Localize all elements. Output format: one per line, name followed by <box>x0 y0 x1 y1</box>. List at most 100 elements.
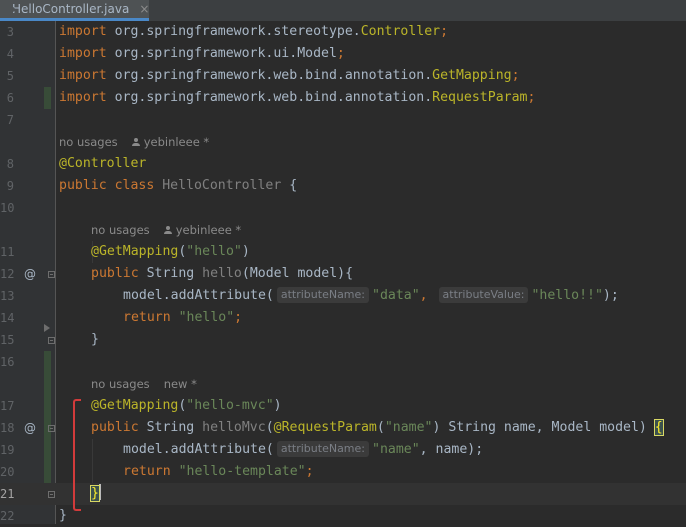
author-hint[interactable]: yebinleee * <box>144 135 210 149</box>
code-vision-hint[interactable]: no usages yebinleee * <box>0 219 686 241</box>
code-line-17: 17 @GetMapping("hello-mvc") <box>0 395 686 417</box>
semicolon: ; <box>527 90 536 105</box>
code-line-8: 8 @Controller <box>0 153 686 175</box>
code-editor[interactable]: 3 import org.springframework.stereotype.… <box>0 21 686 524</box>
code-line-12: 12 @ public String hello(Model model){ <box>0 263 686 285</box>
class-name: GetMapping <box>432 68 512 83</box>
semicolon: ; <box>305 464 314 479</box>
string-literal: "hello" <box>186 244 242 259</box>
keyword: return <box>123 464 171 479</box>
semicolon: ; <box>440 24 449 39</box>
fold-toggle-icon[interactable] <box>48 491 55 498</box>
code-line-18: 18 @ public String helloMvc(@RequestPara… <box>0 417 686 439</box>
paren: ( <box>376 420 385 435</box>
code-line-11: 11 @GetMapping("hello") <box>0 241 686 263</box>
code-line-4: 4 import org.springframework.ui.Model; <box>0 43 686 65</box>
line-number: 16 <box>0 355 15 369</box>
paren: ) <box>273 398 282 413</box>
code-line-13: 13 model.addAttribute(attributeName: "dat… <box>0 285 686 307</box>
line-number: 4 <box>6 47 14 61</box>
request-mapping-gutter-icon[interactable]: @ <box>24 263 36 285</box>
user-icon <box>163 226 172 234</box>
code-line-16: 16 <box>0 351 686 373</box>
fold-toggle-icon[interactable] <box>48 337 55 344</box>
code-line-6: 6 import org.springframework.web.bind.an… <box>0 87 686 109</box>
code-vision-hint[interactable]: no usages yebinleee * <box>0 131 686 153</box>
keyword: import <box>59 68 107 83</box>
string-literal: "name" <box>384 420 433 435</box>
method-call: model.addAttribute( <box>123 442 274 457</box>
code-line-3: 3 import org.springframework.stereotype.… <box>0 21 686 43</box>
method-call: model.addAttribute( <box>123 288 274 303</box>
string-literal: "data" <box>372 288 420 303</box>
line-number: 7 <box>6 113 14 127</box>
keyword: import <box>59 90 107 105</box>
usages-hint[interactable]: no usages <box>91 223 150 237</box>
tab-hellocontroller[interactable]: HelloController.java × <box>0 0 149 21</box>
method-name: helloMvc <box>202 420 266 435</box>
parameters: ) String name, Model model) <box>432 420 655 435</box>
highlight-bracket-annotation <box>73 399 81 511</box>
code-line-19: 19 model.addAttribute(attributeName: "nam… <box>0 439 686 461</box>
keyword: import <box>59 46 107 61</box>
line-number: 20 <box>0 465 15 479</box>
editor-tab-bar: HelloController.java × <box>0 0 686 22</box>
user-icon <box>131 138 140 146</box>
string-literal: "hello-template" <box>170 464 306 479</box>
line-number: 10 <box>0 201 15 215</box>
string-literal: "hello-mvc" <box>186 398 274 413</box>
brace: { <box>289 178 298 193</box>
line-number: 21 <box>0 487 15 501</box>
semicolon: ; <box>336 46 345 61</box>
line-number: 18 <box>0 421 15 435</box>
comma: , <box>419 288 436 303</box>
parameter-hint: attributeValue: <box>438 287 529 303</box>
line-number: 3 <box>6 25 14 39</box>
author-hint[interactable]: yebinleee * <box>176 223 242 237</box>
string-literal: "name" <box>372 442 420 457</box>
keyword: public class <box>59 178 155 193</box>
annotation: @Controller <box>59 156 147 171</box>
code-line-14: 14 return "hello"; <box>0 307 686 329</box>
keyword: import <box>59 24 107 39</box>
line-number: 9 <box>6 179 14 193</box>
line-number: 6 <box>6 91 14 105</box>
semicolon: ; <box>234 310 243 325</box>
code-line-15: 15 } <box>0 324 686 351</box>
package-path: org.springframework.ui.Model <box>106 46 337 61</box>
brace: } <box>59 508 67 523</box>
return-type: String <box>138 266 203 281</box>
annotation: @RequestParam <box>273 420 377 435</box>
annotation: @GetMapping <box>91 244 179 259</box>
request-mapping-gutter-icon[interactable]: @ <box>24 417 36 439</box>
close-tab-icon[interactable]: × <box>139 2 149 16</box>
package-path: org.springframework.web.bind.annotation. <box>106 68 433 83</box>
line-number: 5 <box>6 69 14 83</box>
line-number: 11 <box>0 245 15 259</box>
annotation: @GetMapping <box>91 398 179 413</box>
fold-toggle-icon[interactable] <box>48 271 55 278</box>
line-number: 12 <box>0 267 15 281</box>
method-name: hello <box>202 266 242 281</box>
author-hint[interactable]: new * <box>164 377 197 391</box>
fold-toggle-icon[interactable] <box>48 425 55 432</box>
code-line-20: 20 return "hello-template"; <box>0 461 686 483</box>
line-number: 14 <box>0 311 15 325</box>
string-literal: "hello" <box>170 310 235 325</box>
brace: } <box>91 332 99 347</box>
line-number: 13 <box>0 289 15 303</box>
usages-hint[interactable]: no usages <box>59 135 118 149</box>
keyword: return <box>123 310 171 325</box>
paren: ) <box>241 244 250 259</box>
text-caret <box>98 484 101 500</box>
line-number: 19 <box>0 443 15 457</box>
keyword: public <box>91 266 139 281</box>
code-line-10: 10 <box>0 197 686 219</box>
parameter-hint: attributeName: <box>276 287 369 303</box>
usages-hint[interactable]: no usages <box>91 377 150 391</box>
code-vision-hint[interactable]: no usages new * <box>0 373 686 395</box>
call-end: ); <box>602 288 619 303</box>
class-name: Controller <box>360 24 441 39</box>
fold-arrow-icon[interactable] <box>44 324 50 332</box>
code-line-9: 9 public class HelloController { <box>0 175 686 197</box>
